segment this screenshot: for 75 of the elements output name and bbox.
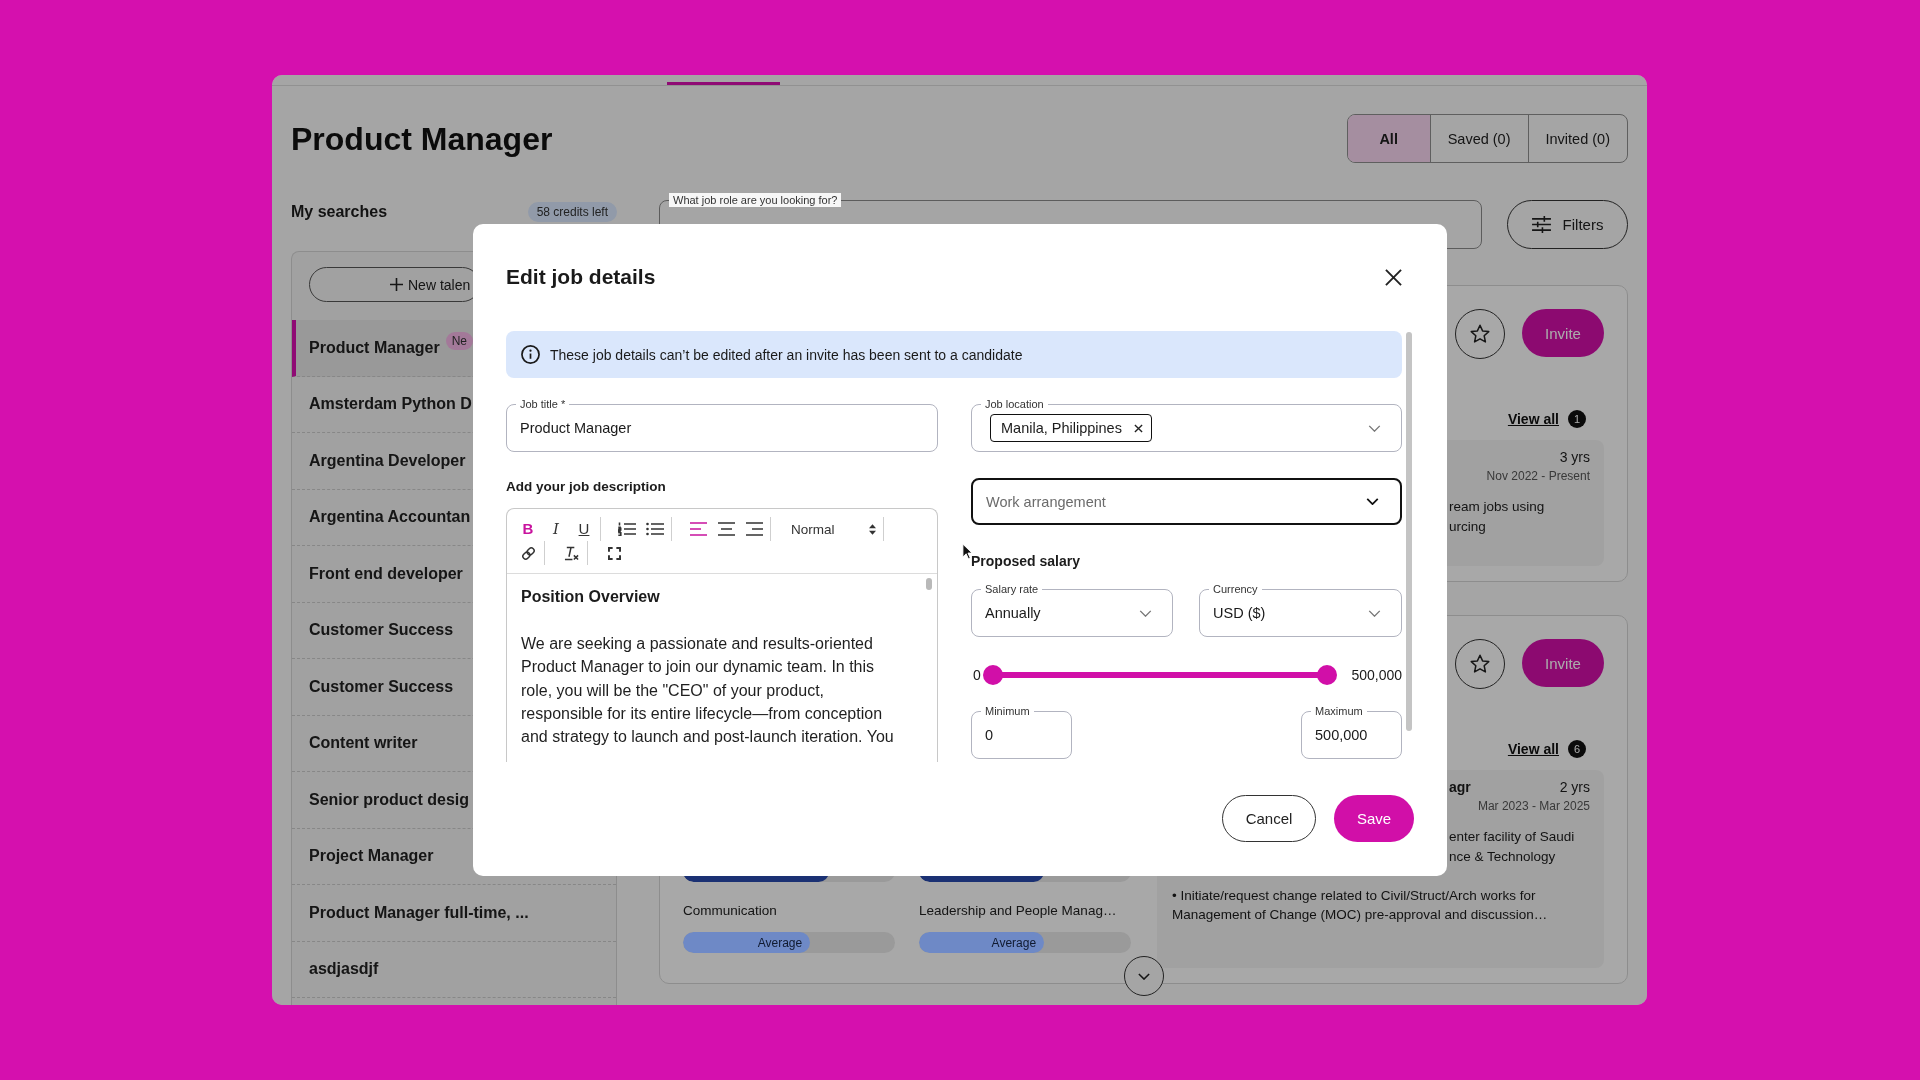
cursor-icon — [962, 543, 973, 560]
new-badge: Ne — [445, 331, 474, 350]
skill-rating: Average — [757, 935, 803, 950]
chevron-down-icon — [1139, 609, 1152, 617]
chevron-down-icon — [1366, 498, 1379, 505]
chevron-down-icon — [1137, 972, 1150, 980]
view-tab[interactable]: All — [1347, 115, 1430, 162]
duration-text: 2 yrs — [1559, 779, 1590, 795]
job-location-field[interactable]: Job location Manila, Philippines — [971, 397, 1402, 452]
count-badge: 1 — [1568, 410, 1586, 428]
bullet-text: • Initiate/request change related to Civil/Struct/Arch works for Management of Change (MOC) pre-approval and discussion… — [1172, 887, 1549, 924]
section-title: My searches — [291, 203, 388, 221]
view-tab[interactable]: Saved (0) — [1429, 115, 1528, 162]
minimum-field[interactable]: Minimum 0 — [971, 704, 1072, 759]
italic-button[interactable]: I — [542, 517, 570, 541]
save-button[interactable]: Save — [1334, 795, 1414, 842]
location-chip[interactable]: Manila, Philippines — [990, 414, 1152, 442]
bold-button[interactable]: B — [514, 517, 542, 541]
scrollbar-thumb[interactable] — [926, 578, 932, 590]
count-badge: 6 — [1568, 740, 1586, 758]
range-max-label: 500,000 — [1351, 667, 1402, 683]
view-all-link[interactable]: View all — [1507, 741, 1559, 757]
range-min-label: 0 — [973, 667, 981, 683]
salary-range-slider[interactable] — [982, 665, 1337, 685]
plus-icon — [390, 278, 403, 291]
duration-text: 3 yrs — [1559, 449, 1590, 465]
sidebar-item[interactable]: asdjasdjf — [292, 941, 616, 998]
currency-select[interactable]: Currency USD ($) — [1199, 582, 1402, 637]
bullet-list-icon[interactable] — [646, 522, 664, 536]
info-icon — [521, 345, 540, 364]
maximum-field[interactable]: Maximum 500,000 — [1301, 704, 1402, 759]
dialog-title: Edit job details — [506, 264, 656, 290]
job-title-text: agr — [1449, 779, 1471, 795]
invite-button[interactable]: Invite — [1522, 309, 1604, 357]
skill-name: Leadership and People Manag… — [919, 902, 1118, 920]
description-text: ream jobs using — [1449, 498, 1545, 514]
date-range-text: Mar 2023 - Mar 2025 — [1477, 799, 1590, 813]
align-right-icon[interactable] — [745, 522, 763, 536]
numbered-list-icon[interactable] — [618, 522, 636, 536]
salary-rate-select[interactable]: Salary rate Annually — [971, 582, 1173, 637]
close-icon[interactable] — [1385, 269, 1402, 286]
up-down-caret-icon — [869, 523, 876, 535]
clear-format-icon[interactable] — [563, 545, 579, 561]
credits-badge: 58 credits left — [527, 202, 617, 222]
slider-thumb[interactable] — [1316, 665, 1337, 685]
date-range-text: Nov 2022 - Present — [1486, 469, 1590, 483]
underline-button[interactable]: U — [570, 517, 598, 541]
view-all-link[interactable]: View all — [1507, 411, 1559, 427]
view-tab[interactable]: Invited (0) — [1527, 115, 1627, 162]
skill-name: Communication — [683, 902, 778, 920]
rich-text-editor[interactable] — [506, 508, 938, 762]
slider-thumb[interactable] — [982, 665, 1003, 685]
cancel-button[interactable]: Cancel — [1222, 795, 1316, 842]
link-icon[interactable] — [520, 545, 536, 561]
skill-rating: Average — [991, 935, 1037, 950]
salary-heading: Proposed salary — [971, 552, 1081, 570]
search-field[interactable]: What job role are you looking for? — [659, 193, 1482, 249]
star-button[interactable] — [1455, 309, 1505, 359]
remove-icon[interactable] — [1133, 423, 1143, 433]
text-style-dropdown[interactable]: Normal — [783, 517, 881, 541]
sliders-icon — [1531, 216, 1551, 233]
description-text: enter facility of Saudi — [1449, 828, 1575, 844]
description-text: urcing — [1449, 518, 1486, 534]
fullscreen-icon[interactable] — [607, 546, 621, 560]
description-text: nce & Technology — [1449, 848, 1556, 864]
page-title: Product Manager — [291, 119, 553, 158]
work-arrangement-select[interactable]: Work arrangement — [971, 478, 1402, 525]
chevron-down-icon — [1368, 424, 1381, 432]
chevron-down-icon — [1368, 609, 1381, 617]
align-left-icon[interactable] — [689, 522, 707, 536]
sidebar-item[interactable]: Product Manager full-time, ... — [292, 885, 616, 942]
align-center-icon[interactable] — [717, 522, 735, 536]
invite-button[interactable]: Invite — [1522, 639, 1604, 687]
scrollbar-thumb[interactable] — [1406, 332, 1412, 731]
star-button[interactable] — [1455, 639, 1505, 689]
